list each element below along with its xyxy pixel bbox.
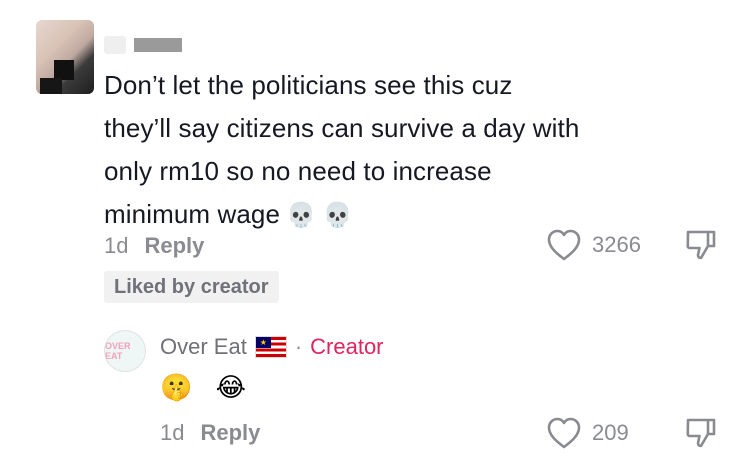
comment-line: Don’t let the politicians see this cuz [104,70,513,100]
skull-emoji: 💀 💀 [286,202,353,229]
reply-age: 1d [160,420,185,445]
reply-reply-button[interactable]: Reply [200,420,260,445]
comment-line: they’ll say citizens can survive a day w… [104,113,580,143]
reply-button[interactable]: Reply [144,233,204,258]
reply-like-group[interactable]: 209 [546,416,629,450]
malaysia-flag-icon: ★ [254,336,287,358]
creator-label: Creator [310,334,384,359]
comment-line-text: minimum wage [104,199,281,229]
comment-age: 1d [104,233,129,258]
creator-avatar[interactable]: OVER EAT [104,330,146,372]
creator-avatar-logo: OVER EAT [105,341,131,361]
reply-author-name[interactable]: Over Eat [160,334,247,360]
comment-text: Don’t let the politicians see this cuz t… [104,64,684,237]
like-count: 3266 [592,232,641,257]
commenter-avatar[interactable] [36,20,94,94]
separator-dot: · [294,334,303,359]
commenter-username-redacted[interactable] [104,36,182,54]
liked-by-creator-badge: Liked by creator [104,271,279,303]
reply-meta: 1d Reply [160,420,260,446]
reply-author-row: Over Eat ★ · Creator [160,334,384,360]
reply-dislike-button[interactable] [684,416,718,455]
dislike-button[interactable] [684,228,718,267]
heart-outline-icon[interactable] [546,228,582,262]
reply-like-count: 209 [592,420,629,445]
comment-line: only rm10 so no need to increase [104,156,492,186]
comment-meta: 1d Reply [104,233,204,259]
thumbs-down-icon[interactable] [684,416,718,450]
comment-like-group[interactable]: 3266 [546,228,641,262]
heart-outline-icon[interactable] [546,416,582,450]
thumbs-down-icon[interactable] [684,228,718,262]
reply-emoji-text: 🤫 😂 [160,372,254,402]
